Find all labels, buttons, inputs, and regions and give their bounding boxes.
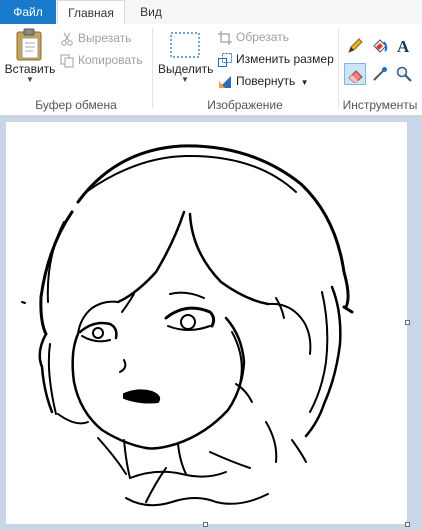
paste-dropdown-icon[interactable]: ▼: [4, 76, 56, 84]
crop-button[interactable]: Обрезать: [218, 27, 289, 47]
text-tool[interactable]: A: [393, 35, 415, 57]
rotate-dropdown-icon[interactable]: ▼: [301, 78, 309, 87]
rotate-button[interactable]: Повернуть ▼: [218, 71, 309, 91]
magnifier-tool[interactable]: [393, 63, 415, 85]
ribbon: Вставить ▼ Вырезать Копировать Буфер обм…: [0, 24, 422, 116]
drawing-canvas[interactable]: [6, 122, 407, 524]
copy-label: Копировать: [78, 53, 143, 67]
eraser-tool[interactable]: [344, 63, 366, 85]
rotate-label: Повернуть: [236, 74, 296, 88]
canvas-resize-handle-right[interactable]: [405, 320, 410, 325]
group-divider: [338, 28, 339, 108]
group-divider: [152, 28, 153, 108]
select-label: Выделить: [158, 62, 214, 76]
resize-label: Изменить размер: [236, 52, 334, 66]
crop-label: Обрезать: [236, 30, 289, 44]
face-sketch-drawing: [21, 144, 354, 507]
image-group-label: Изображение: [207, 98, 283, 112]
ribbon-tabs: Файл Главная Вид: [0, 0, 422, 25]
cut-label: Вырезать: [78, 31, 132, 45]
select-button[interactable]: Выделить ▼: [158, 28, 214, 94]
select-rectangle-icon: [170, 32, 200, 58]
paste-button[interactable]: Вставить ▼: [4, 28, 56, 94]
magnifier-icon: [396, 66, 412, 82]
copy-button[interactable]: Копировать: [60, 50, 143, 70]
copy-icon: [60, 54, 74, 68]
tab-file[interactable]: Файл: [0, 0, 56, 24]
text-icon: A: [397, 38, 410, 54]
clipboard-icon: [16, 28, 42, 61]
workspace: [0, 116, 422, 530]
color-picker-tool[interactable]: [369, 63, 391, 85]
resize-button[interactable]: Изменить размер: [218, 49, 334, 69]
paste-label: Вставить: [4, 62, 56, 76]
fill-icon: [373, 39, 388, 53]
cut-button[interactable]: Вырезать: [60, 28, 131, 48]
resize-icon: [218, 52, 232, 67]
color-picker-icon: [373, 67, 387, 81]
pencil-icon: [348, 38, 363, 53]
clipboard-group-label: Буфер обмена: [35, 98, 117, 112]
scissors-icon: [61, 32, 73, 46]
svg-text:A: A: [397, 38, 410, 54]
rotate-icon: [219, 75, 231, 88]
tab-view[interactable]: Вид: [128, 0, 174, 24]
eraser-icon: [348, 70, 363, 83]
fill-tool[interactable]: [369, 35, 391, 57]
canvas-resize-handle-corner[interactable]: [405, 522, 410, 527]
crop-icon: [218, 30, 232, 45]
canvas-resize-handle-bottom[interactable]: [203, 522, 208, 527]
pencil-tool[interactable]: [344, 35, 366, 57]
select-dropdown-icon[interactable]: ▼: [158, 76, 212, 84]
tab-home[interactable]: Главная: [57, 0, 125, 25]
tools-group-label: Инструменты: [342, 98, 418, 112]
